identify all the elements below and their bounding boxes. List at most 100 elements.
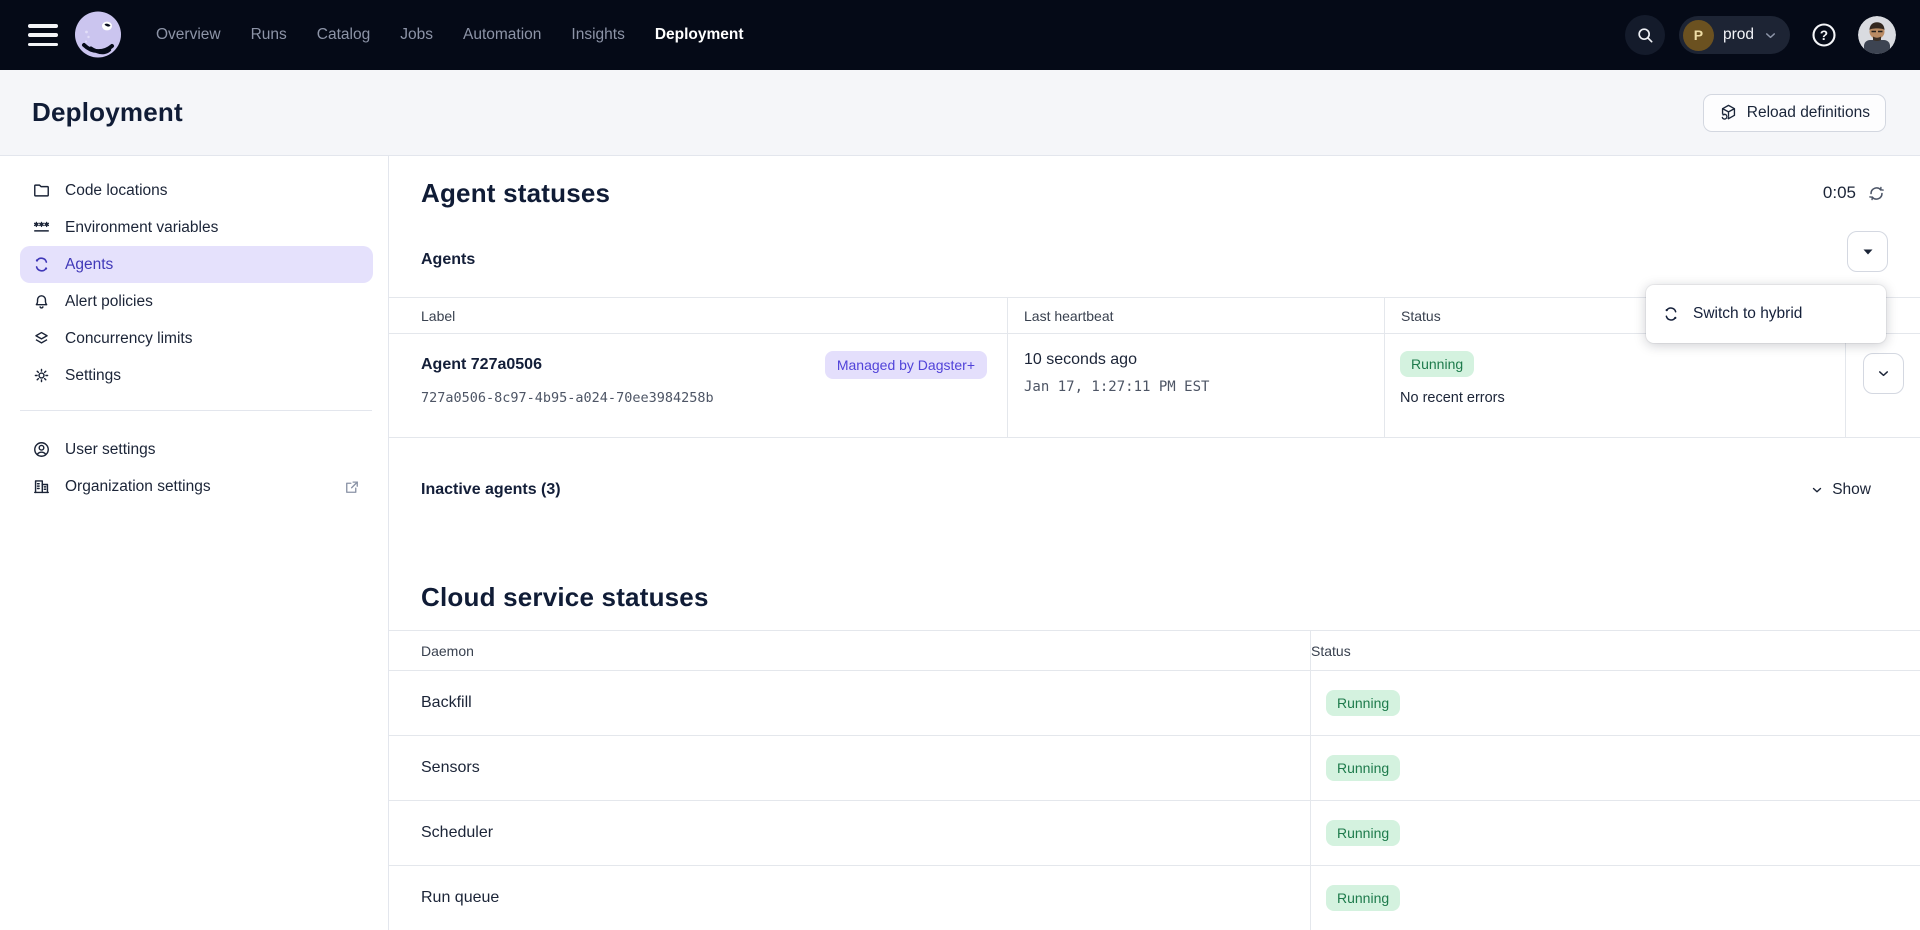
nav-right-cluster: P prod ? <box>1625 15 1896 55</box>
daemon-name: Run queue <box>389 866 1310 930</box>
heartbeat-relative: 10 seconds ago <box>1024 351 1137 368</box>
menu-item-switch-to-hybrid[interactable]: Switch to hybrid <box>1646 289 1886 339</box>
nav-link-overview[interactable]: Overview <box>156 26 221 44</box>
sidebar-item-label: Alert policies <box>65 293 153 311</box>
agents-section-title: Agents <box>421 251 475 269</box>
refresh-countdown: 0:05 <box>1823 183 1856 203</box>
building-icon <box>32 477 51 496</box>
page-title: Deployment <box>32 97 183 128</box>
deployment-switcher[interactable]: P prod <box>1679 16 1790 54</box>
dagster-logo[interactable] <box>74 11 122 59</box>
menu-item-label: Switch to hybrid <box>1693 305 1802 323</box>
cloud-services-table: Daemon Status Backfill Running Sensors R… <box>389 630 1920 930</box>
agent-heartbeat-cell: 10 seconds ago Jan 17, 1:27:11 PM EST <box>1007 334 1384 437</box>
caret-down-icon <box>1862 248 1874 256</box>
status-badge: Running <box>1400 351 1474 377</box>
user-circle-icon <box>32 440 51 459</box>
chevron-down-icon <box>1763 28 1778 43</box>
inactive-agents-row: Inactive agents (3) Show <box>389 476 1920 504</box>
external-link-icon <box>343 478 361 496</box>
col-header-daemon: Daemon <box>389 631 1310 670</box>
status-badge: Running <box>1326 755 1400 781</box>
workspace-name: prod <box>1723 26 1754 44</box>
agent-status-cell: Running No recent errors <box>1384 334 1845 437</box>
nav-link-insights[interactable]: Insights <box>571 26 624 44</box>
user-avatar[interactable] <box>1858 16 1896 54</box>
status-badge: Running <box>1326 885 1400 911</box>
chevron-down-icon <box>1876 366 1891 381</box>
agent-type-menu-button[interactable] <box>1847 231 1888 272</box>
agent-icon <box>1662 305 1680 323</box>
hamburger-menu-icon[interactable] <box>28 24 58 46</box>
nav-link-automation[interactable]: Automation <box>463 26 541 44</box>
sidebar-item-code-locations[interactable]: Code locations <box>20 172 373 209</box>
col-header-status: Status <box>1310 631 1920 670</box>
folder-icon <box>32 181 51 200</box>
nav-link-deployment[interactable]: Deployment <box>655 26 744 44</box>
show-label: Show <box>1832 481 1871 499</box>
daemon-name: Scheduler <box>389 801 1310 865</box>
refresh-timer: 0:05 <box>1823 183 1886 203</box>
sidebar-item-alert-policies[interactable]: Alert policies <box>20 283 373 320</box>
nav-link-jobs[interactable]: Jobs <box>400 26 433 44</box>
status-note: No recent errors <box>1400 390 1845 406</box>
nav-link-catalog[interactable]: Catalog <box>317 26 370 44</box>
cloud-service-statuses-title: Cloud service statuses <box>421 580 1920 614</box>
gear-icon <box>32 366 51 385</box>
layers-icon <box>32 329 51 348</box>
main-content: Agent statuses 0:05 Agents <box>389 156 1920 930</box>
search-button[interactable] <box>1625 15 1665 55</box>
col-header-last-heartbeat: Last heartbeat <box>1007 298 1384 333</box>
inactive-agents-label: Inactive agents (3) <box>421 481 561 499</box>
nav-link-runs[interactable]: Runs <box>251 26 287 44</box>
sidebar-item-label: Concurrency limits <box>65 330 192 348</box>
sidebar-item-environment-variables[interactable]: Environment variables <box>20 209 373 246</box>
agent-row-menu-button[interactable] <box>1863 353 1904 394</box>
agent-label-cell: Agent 727a0506 Managed by Dagster+ 727a0… <box>389 334 1007 437</box>
col-header-label: Label <box>389 298 1007 333</box>
reload-definitions-button[interactable]: Reload definitions <box>1703 94 1886 132</box>
sidebar-item-label: Code locations <box>65 182 168 200</box>
page-header: Deployment Reload definitions <box>0 70 1920 156</box>
cloud-table-header: Daemon Status <box>389 631 1920 671</box>
heartbeat-timestamp: Jan 17, 1:27:11 PM EST <box>1024 379 1384 395</box>
daemon-name: Backfill <box>389 671 1310 735</box>
sidebar-item-label: Organization settings <box>65 478 211 496</box>
sidebar-divider <box>20 410 372 411</box>
sidebar-item-user-settings[interactable]: User settings <box>20 431 373 468</box>
sidebar-item-organization-settings[interactable]: Organization settings <box>20 468 373 505</box>
agent-id: 727a0506-8c97-4b95-a024-70ee3984258b <box>421 390 987 406</box>
reload-definitions-label: Reload definitions <box>1747 104 1870 122</box>
env-vars-icon <box>32 218 51 237</box>
agent-statuses-title: Agent statuses <box>421 176 610 210</box>
sidebar-item-label: Settings <box>65 367 121 385</box>
sidebar-item-concurrency-limits[interactable]: Concurrency limits <box>20 320 373 357</box>
status-badge: Running <box>1326 820 1400 846</box>
sidebar-item-label: Environment variables <box>65 219 218 237</box>
chevron-down-icon <box>1810 483 1824 497</box>
nav-links: Overview Runs Catalog Jobs Automation In… <box>156 26 744 44</box>
sidebar-item-agents[interactable]: Agents <box>20 246 373 283</box>
sidebar-item-label: User settings <box>65 441 155 459</box>
show-inactive-toggle[interactable]: Show <box>1810 481 1871 499</box>
agent-name: Agent 727a0506 <box>421 356 542 374</box>
refresh-icon[interactable] <box>1867 184 1886 203</box>
search-icon <box>1635 25 1655 45</box>
status-badge: Running <box>1326 690 1400 716</box>
svg-text:?: ? <box>1820 28 1828 43</box>
daemon-row: Scheduler Running <box>389 801 1920 866</box>
agent-type-menu: Switch to hybrid <box>1646 285 1886 343</box>
sidebar-item-settings[interactable]: Settings <box>20 357 373 394</box>
agent-icon <box>32 255 51 274</box>
sidebar-item-label: Agents <box>65 256 113 274</box>
managed-badge: Managed by Dagster+ <box>825 351 987 379</box>
daemon-row: Backfill Running <box>389 671 1920 736</box>
help-icon: ? <box>1810 21 1838 49</box>
top-nav: Overview Runs Catalog Jobs Automation In… <box>0 0 1920 70</box>
bell-icon <box>32 292 51 311</box>
deployment-page: Overview Runs Catalog Jobs Automation In… <box>0 0 1920 930</box>
workspace-initial-avatar: P <box>1683 20 1714 51</box>
daemon-row: Run queue Running <box>389 866 1920 930</box>
help-button[interactable]: ? <box>1804 15 1844 55</box>
daemon-name: Sensors <box>389 736 1310 800</box>
